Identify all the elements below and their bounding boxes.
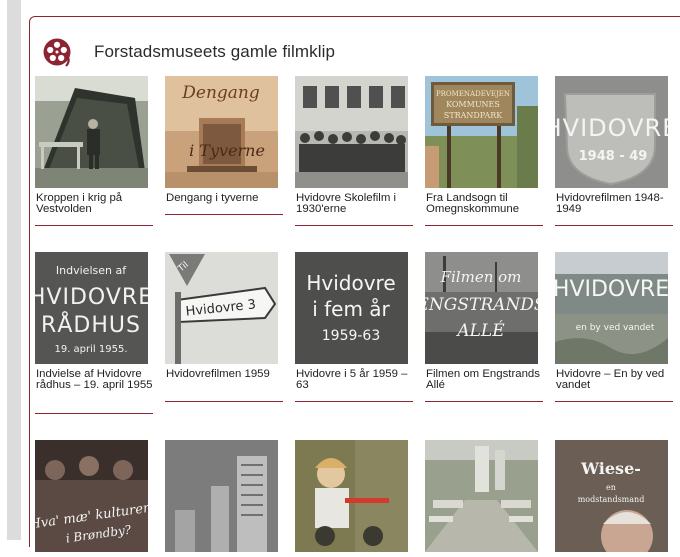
film-card-dengang[interactable]: Dengang i Tyverne Dengang i tyverne	[165, 76, 283, 215]
thumb-text: Indvielsen af	[56, 264, 127, 277]
film-thumbnail[interactable]: HVIDOVRE en by ved vandet	[555, 252, 668, 364]
film-card-skolefilm[interactable]: Hvidovre Skolefilm i 1930'erne	[295, 76, 413, 226]
film-card-wiese[interactable]: Wiese- en modstandsmand	[555, 440, 673, 557]
thumb-text: en by ved vandet	[576, 323, 655, 333]
film-title[interactable]: Fra Landsogn til Omegnskommune	[425, 192, 543, 214]
film-title[interactable]: Filmen om Engstrands Allé	[425, 368, 543, 390]
thumb-text: HVIDOVRE	[35, 285, 148, 310]
thumb-text: 1948 - 49	[579, 149, 648, 164]
thumb-text: ENGSTRANDS	[425, 295, 538, 315]
film-thumbnail[interactable]: Dengang i Tyverne	[165, 76, 278, 188]
film-card-vandet[interactable]: HVIDOVRE en by ved vandet Hvidovre – En …	[555, 252, 673, 402]
film-thumbnail[interactable]	[35, 76, 148, 188]
film-thumbnail[interactable]: PROMENADEVEJEN KOMMUNES STRANDPARK	[425, 76, 538, 188]
film-card-5aar[interactable]: Hvidovre i fem år 1959-63 Hvidovre i 5 å…	[295, 252, 413, 402]
thumb-text: 1959-63	[322, 328, 381, 344]
film-thumbnail[interactable]	[425, 440, 538, 552]
thumb-text: KOMMUNES	[446, 100, 500, 109]
film-thumbnail[interactable]: HVIDOVRE 1948 - 49	[555, 76, 668, 188]
film-card-landsogn[interactable]: PROMENADEVEJEN KOMMUNES STRANDPARK Fra L…	[425, 76, 543, 226]
film-thumbnail[interactable]: Filmen om ENGSTRANDS ALLÉ	[425, 252, 538, 364]
film-clips-panel: Forstadsmuseets gamle filmklip Kroppen i…	[29, 16, 680, 552]
film-card-kroppen[interactable]: Kroppen i krig på Vestvolden	[35, 76, 153, 226]
thumb-text: Filmen om	[440, 268, 522, 286]
left-rail	[0, 0, 21, 540]
film-card-1948[interactable]: HVIDOVRE 1948 - 49 Hvidovrefilmen 1948-1…	[555, 76, 673, 226]
page-title: Forstadsmuseets gamle filmklip	[94, 42, 336, 61]
film-thumbnail[interactable]: Hvidovre i fem år 1959-63	[295, 252, 408, 364]
film-thumbnail[interactable]: Hva' mæ' kulturen i Brøndby?	[35, 440, 148, 552]
panel-header: Forstadsmuseets gamle filmklip	[42, 37, 335, 67]
thumb-text: HVIDOVRE	[555, 277, 668, 302]
film-card-1959[interactable]: Til Hvidovre 3 Hvidovrefilmen 1959	[165, 252, 283, 402]
thumb-text: Wiese-	[580, 459, 641, 478]
thumb-text: 19. april 1955.	[54, 344, 127, 355]
divider	[295, 225, 413, 226]
thumb-text: Dengang	[181, 83, 260, 103]
thumb-text: modstandsmand	[578, 495, 645, 504]
film-title[interactable]: Hvidovre i 5 år 1959 – 63	[295, 368, 413, 390]
divider	[165, 214, 283, 215]
film-card-aerial[interactable]	[425, 440, 543, 557]
thumb-text: RÅDHUS	[41, 311, 141, 338]
film-card-highrise[interactable]	[165, 440, 283, 557]
film-title[interactable]: Hvidovre – En by ved vandet	[555, 368, 673, 390]
film-thumbnail[interactable]: Wiese- en modstandsmand	[555, 440, 668, 552]
scroll-rail[interactable]	[7, 0, 21, 540]
divider	[425, 401, 543, 402]
thumb-text: PROMENADEVEJEN	[436, 90, 510, 98]
thumb-text: i fem år	[312, 297, 390, 321]
film-title[interactable]: Kroppen i krig på Vestvolden	[35, 192, 153, 214]
film-thumbnail[interactable]	[295, 76, 408, 188]
divider	[35, 225, 153, 226]
film-thumbnail[interactable]	[165, 440, 278, 552]
divider	[425, 225, 543, 226]
film-title[interactable]: Indvielse af Hvidovre rådhus – 19. april…	[35, 368, 153, 390]
divider	[555, 401, 673, 402]
film-thumbnail[interactable]	[295, 440, 408, 552]
film-title[interactable]: Hvidovre Skolefilm i 1930'erne	[295, 192, 413, 214]
film-title[interactable]: Dengang i tyverne	[165, 193, 283, 204]
film-card-child[interactable]	[295, 440, 413, 557]
film-thumbnail[interactable]: Til Hvidovre 3	[165, 252, 278, 364]
divider	[555, 225, 673, 226]
divider	[295, 401, 413, 402]
film-title[interactable]: Hvidovrefilmen 1959	[165, 369, 283, 380]
thumb-text: Hvidovre	[306, 271, 395, 295]
thumb-text: i Tyverne	[189, 141, 265, 160]
thumb-text: ALLÉ	[455, 320, 505, 341]
divider	[165, 401, 283, 402]
film-thumbnail[interactable]: Indvielsen af HVIDOVRE RÅDHUS 19. april …	[35, 252, 148, 364]
film-title[interactable]: Hvidovrefilmen 1948-1949	[555, 192, 673, 214]
thumb-text: en	[606, 483, 616, 492]
film-reel-icon	[43, 38, 71, 67]
film-card-kulturen[interactable]: Hva' mæ' kulturen i Brøndby?	[35, 440, 153, 557]
divider	[35, 413, 153, 414]
thumb-text: HVIDOVRE	[555, 114, 668, 142]
film-card-raadhus[interactable]: Indvielsen af HVIDOVRE RÅDHUS 19. april …	[35, 252, 153, 414]
film-card-engstrands[interactable]: Filmen om ENGSTRANDS ALLÉ Filmen om Engs…	[425, 252, 543, 402]
thumb-text: STRANDPARK	[444, 111, 503, 120]
